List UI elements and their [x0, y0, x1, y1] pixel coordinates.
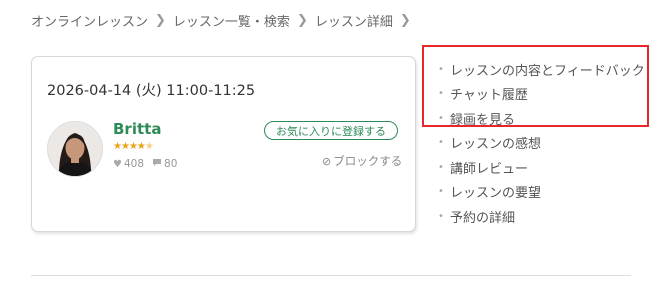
lesson-datetime: 2026-04-14 (火) 11:00-11:25 [47, 83, 256, 99]
lesson-card: 2026-04-14 (火) 11:00-11:25 Britta ★★★★★ … [31, 56, 416, 232]
divider [31, 275, 631, 276]
star-icon: ★ [113, 141, 122, 152]
rating-stars: ★★★★★ [113, 141, 154, 152]
menu-item-lesson-impressions[interactable]: • レッスンの感想 [438, 131, 645, 156]
avatar-image [48, 122, 102, 176]
comment-icon [152, 158, 162, 170]
teacher-stats: ♥ 408 80 [113, 158, 177, 170]
chevron-right-icon: ❯ [399, 13, 411, 28]
chevron-right-icon: ❯ [296, 13, 308, 28]
heart-icon: ♥ [113, 158, 122, 170]
teacher-name[interactable]: Britta [113, 120, 161, 138]
likes-count: 408 [123, 158, 145, 170]
breadcrumb-lesson-search[interactable]: レッスン一覧・検索 [173, 11, 290, 30]
half-star-icon: ★ [144, 141, 154, 152]
bullet-icon: • [438, 137, 444, 149]
block-icon: ⊘ [322, 154, 332, 168]
bullet-icon: • [438, 161, 444, 173]
breadcrumb-online-lessons[interactable]: オンラインレッスン [31, 11, 148, 30]
teacher-avatar[interactable] [47, 121, 103, 177]
star-icon: ★ [120, 141, 130, 152]
highlight-box [422, 45, 649, 127]
comments-count: 80 [164, 158, 178, 170]
chevron-right-icon: ❯ [155, 13, 166, 28]
star-icon: ★ [136, 141, 146, 152]
menu-item-lesson-requests[interactable]: • レッスンの要望 [438, 180, 645, 205]
menu-item-teacher-review[interactable]: • 講師レビュー [438, 155, 645, 180]
bullet-icon: • [438, 186, 444, 198]
bullet-icon: • [438, 210, 444, 222]
add-favorite-button[interactable]: お気に入りに登録する [264, 121, 398, 140]
menu-item-reservation-details[interactable]: • 予約の詳細 [438, 204, 645, 229]
block-label: ブロックする [333, 154, 403, 168]
star-icon: ★ [128, 141, 138, 152]
breadcrumb-lesson-detail: レッスン詳細 [314, 15, 393, 30]
breadcrumb: オンラインレッスン ❯ レッスン一覧・検索 ❯ レッスン詳細 ❯ [31, 11, 418, 30]
block-teacher-link[interactable]: ⊘ ブロックする [322, 153, 402, 169]
